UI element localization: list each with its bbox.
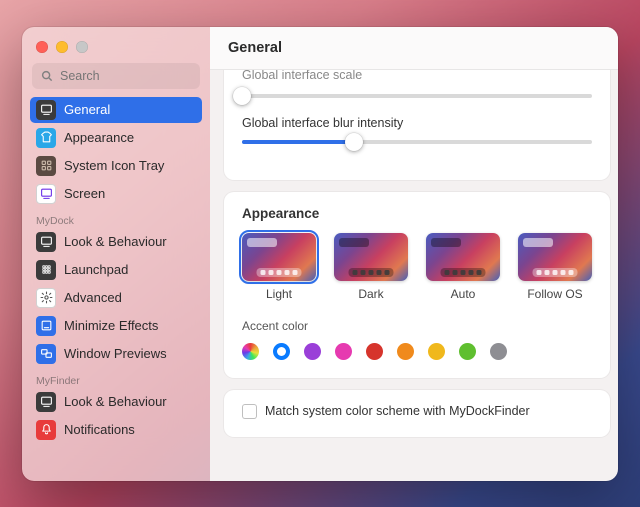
tshirt-icon (36, 128, 56, 148)
sidebar-item-label: Screen (64, 186, 105, 201)
minimize-icon (36, 316, 56, 336)
theme-preview (426, 233, 500, 281)
sidebar-item-notifications[interactable]: Notifications (30, 417, 202, 443)
theme-label: Dark (334, 287, 408, 301)
sidebar-item-label: General (64, 102, 110, 117)
slider-thumb[interactable] (233, 87, 251, 105)
sidebar-item-launchpad[interactable]: Launchpad (30, 257, 202, 283)
sidebar-section-mydock: MyDock (30, 209, 202, 229)
search-input[interactable] (32, 63, 200, 89)
sidebar-item-advanced[interactable]: Advanced (30, 285, 202, 311)
grid2-icon (36, 260, 56, 280)
window-controls (22, 35, 210, 63)
sidebar: General Appearance System Icon Tray Screen M… (22, 27, 210, 481)
sidebar-item-label: Launchpad (64, 262, 128, 277)
screen-icon (36, 392, 56, 412)
accent-swatch-1[interactable] (273, 343, 290, 360)
accent-swatch-6[interactable] (428, 343, 445, 360)
close-window-button[interactable] (36, 41, 48, 53)
main-panel: General Global interface scale Global in… (210, 27, 618, 481)
match-label: Match system color scheme with MyDockFin… (265, 404, 530, 418)
sidebar-item-look-behaviour[interactable]: Look & Behaviour (30, 229, 202, 255)
theme-option-auto[interactable]: Auto (426, 233, 500, 301)
grid-icon (36, 156, 56, 176)
sidebar-item-label: System Icon Tray (64, 158, 164, 173)
theme-label: Auto (426, 287, 500, 301)
sidebar-section-myfinder: MyFinder (30, 369, 202, 389)
scale-label: Global interface scale (242, 70, 592, 82)
sidebar-item-label: Look & Behaviour (64, 394, 167, 409)
accent-swatch-5[interactable] (397, 343, 414, 360)
previews-icon (36, 344, 56, 364)
sidebar-item-general[interactable]: General (30, 97, 202, 123)
accent-swatch-2[interactable] (304, 343, 321, 360)
match-card: Match system color scheme with MyDockFin… (224, 390, 610, 437)
match-checkbox[interactable] (242, 404, 257, 419)
gear-icon (36, 288, 56, 308)
screen-icon (36, 232, 56, 252)
theme-option-follow-os[interactable]: Follow OS (518, 233, 592, 301)
sidebar-item-appearance[interactable]: Appearance (30, 125, 202, 151)
sidebar-item-label: Minimize Effects (64, 318, 158, 333)
sidebar-item-label: Advanced (64, 290, 122, 305)
theme-label: Light (242, 287, 316, 301)
screen-icon (36, 100, 56, 120)
accent-swatch-4[interactable] (366, 343, 383, 360)
scale-card: Global interface scale Global interface … (224, 70, 610, 180)
appearance-title: Appearance (242, 206, 592, 221)
accent-row (242, 343, 592, 360)
sidebar-item-look-behaviour[interactable]: Look & Behaviour (30, 389, 202, 415)
bell-icon (36, 420, 56, 440)
sidebar-item-system-icon-tray[interactable]: System Icon Tray (30, 153, 202, 179)
sidebar-nav: General Appearance System Icon Tray Screen M… (22, 97, 210, 481)
sidebar-item-label: Window Previews (64, 346, 167, 361)
scale-slider[interactable] (242, 94, 592, 98)
theme-preview (242, 233, 316, 281)
minimize-window-button[interactable] (56, 41, 68, 53)
accent-swatch-0[interactable] (242, 343, 259, 360)
theme-option-dark[interactable]: Dark (334, 233, 408, 301)
page-title-bar: General (210, 27, 618, 70)
accent-swatch-8[interactable] (490, 343, 507, 360)
theme-option-light[interactable]: Light (242, 233, 316, 301)
sidebar-item-label: Look & Behaviour (64, 234, 167, 249)
theme-row: Light Dark Auto Follow OS (242, 233, 592, 301)
sidebar-item-label: Notifications (64, 422, 135, 437)
sidebar-item-window-previews[interactable]: Window Previews (30, 341, 202, 367)
theme-preview (334, 233, 408, 281)
slider-thumb[interactable] (345, 133, 363, 151)
accent-swatch-3[interactable] (335, 343, 352, 360)
sidebar-item-screen[interactable]: Screen (30, 181, 202, 207)
zoom-window-button[interactable] (76, 41, 88, 53)
sidebar-item-minimize-effects[interactable]: Minimize Effects (30, 313, 202, 339)
theme-label: Follow OS (518, 287, 592, 301)
blur-label: Global interface blur intensity (242, 116, 592, 130)
page-title: General (228, 40, 282, 56)
settings-window: General Appearance System Icon Tray Screen M… (22, 27, 618, 481)
appearance-card: Appearance Light Dark Auto Follow OS Accent… (224, 192, 610, 378)
screen-icon (36, 184, 56, 204)
accent-label: Accent color (242, 319, 592, 333)
accent-swatch-7[interactable] (459, 343, 476, 360)
blur-slider[interactable] (242, 140, 592, 144)
sidebar-item-label: Appearance (64, 130, 134, 145)
theme-preview (518, 233, 592, 281)
content-scroll[interactable]: Global interface scale Global interface … (210, 70, 618, 481)
